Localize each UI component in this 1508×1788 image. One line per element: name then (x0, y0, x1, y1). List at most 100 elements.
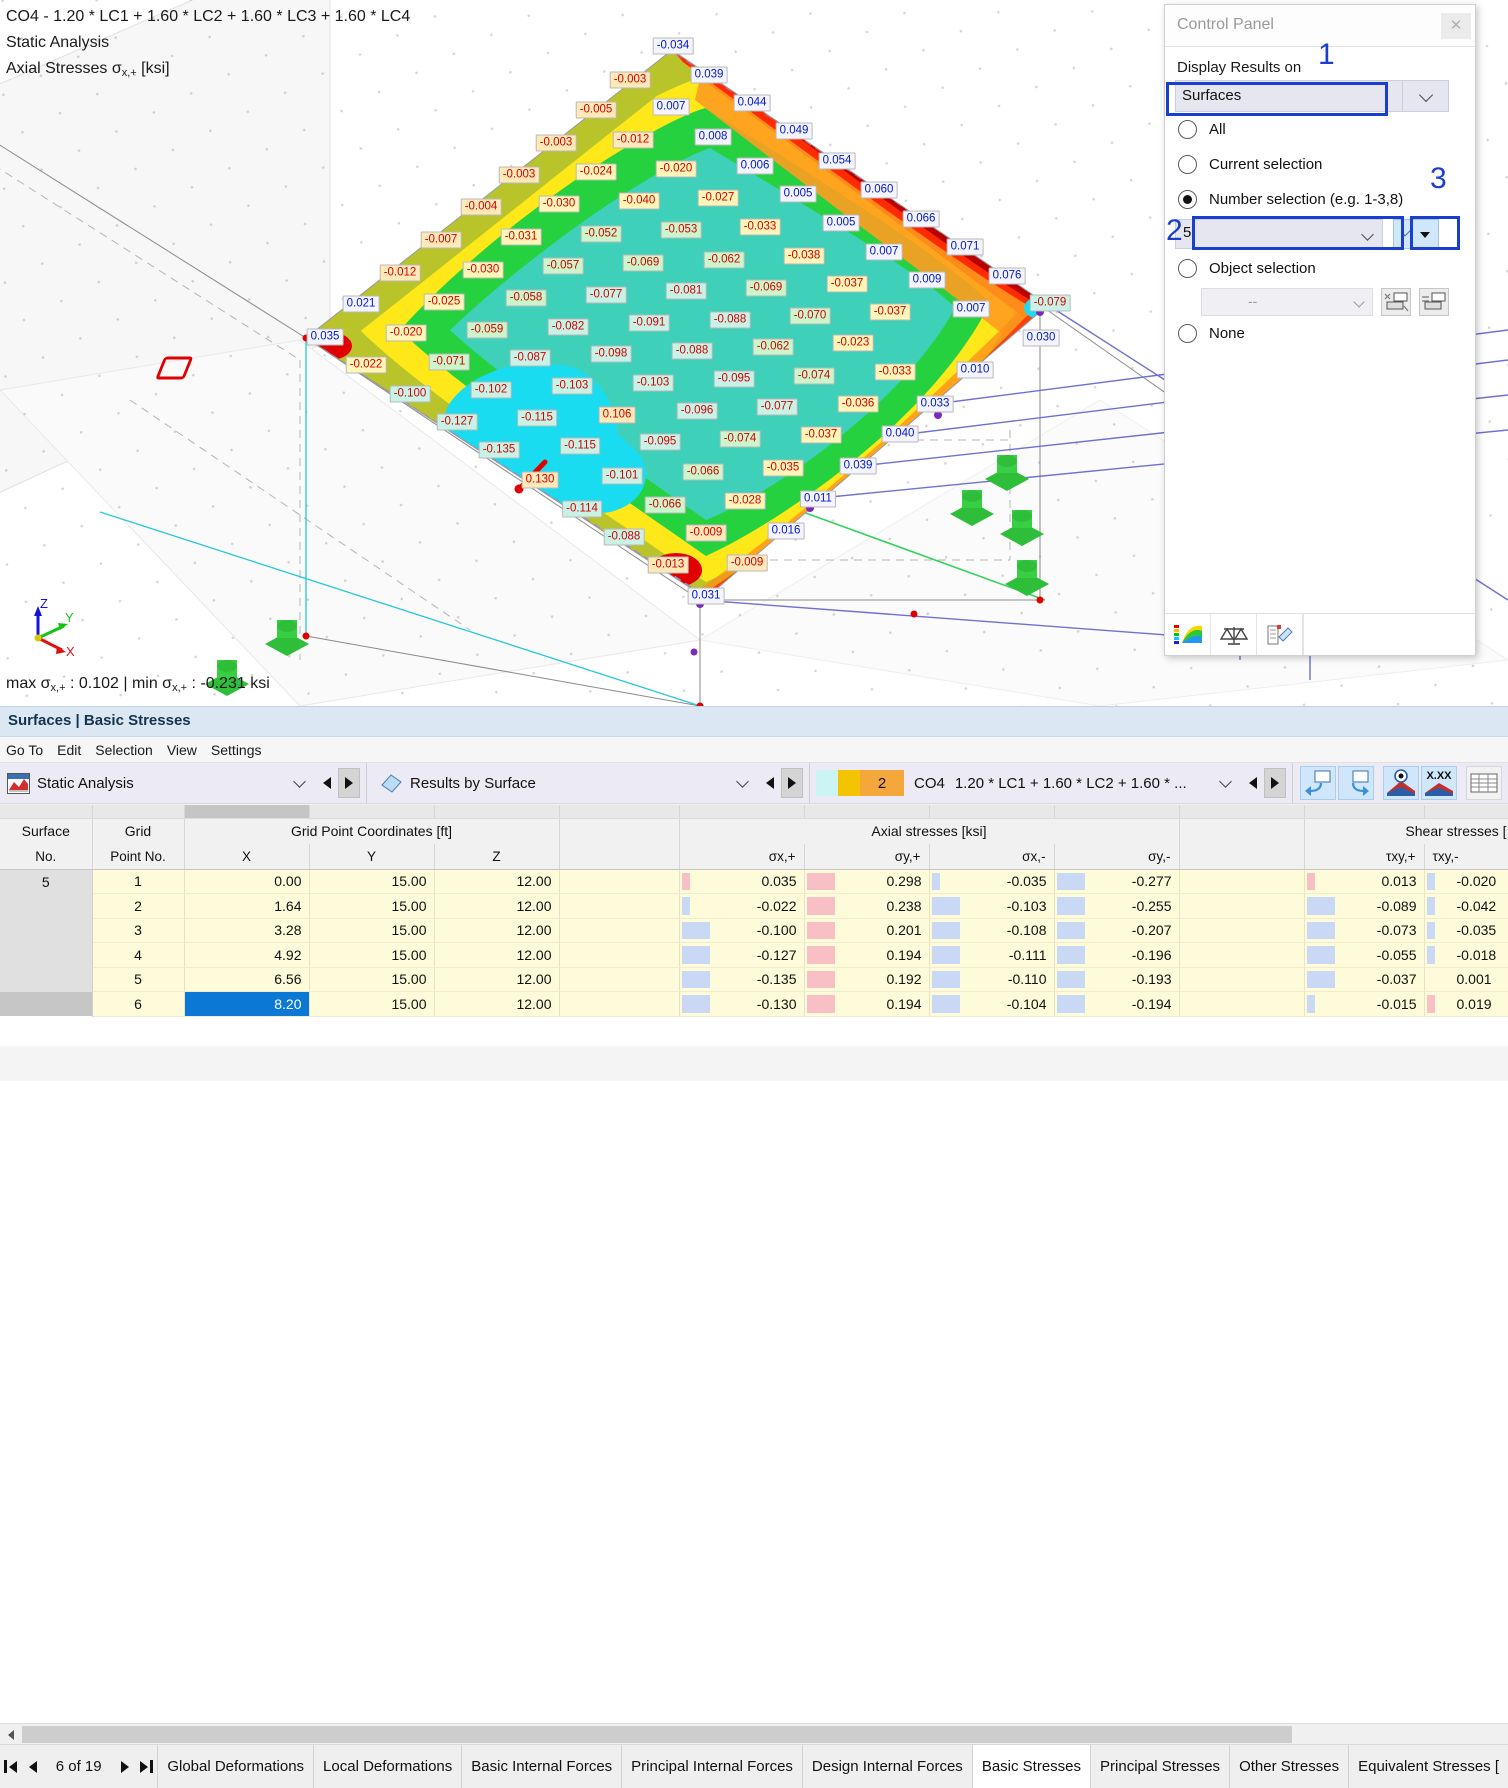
cell-coord-z[interactable]: 12.00 (434, 942, 560, 968)
export-arrow-icon[interactable] (1338, 766, 1374, 800)
radio-option-object-selection[interactable]: Object selection (1175, 251, 1465, 286)
cell-tau-xy-plus[interactable]: 0.013 (1304, 869, 1425, 894)
cell-tau-xy-minus[interactable]: 0.019 (1424, 991, 1508, 1017)
cell-sigma-x-plus[interactable]: -0.022 (679, 893, 805, 919)
cell-surface-no[interactable] (0, 893, 93, 918)
cell-sigma-y-minus[interactable]: -0.207 (1054, 918, 1180, 943)
cell-coord-z[interactable]: 12.00 (434, 967, 560, 992)
cell-sigma-x-plus[interactable]: -0.130 (679, 991, 805, 1017)
radio-option-current-selection[interactable]: Current selection (1175, 147, 1465, 182)
cell-sigma-x-minus[interactable]: -0.103 (929, 893, 1055, 919)
cell-coord-y[interactable]: 15.00 (309, 918, 435, 943)
cell-sigma-y-minus[interactable]: -0.277 (1054, 869, 1180, 894)
pick-objects-icon[interactable] (1381, 288, 1411, 316)
radio-option-none[interactable]: None (1175, 316, 1465, 351)
tab-local-deformations[interactable]: Local Deformations (313, 1745, 462, 1788)
horizontal-scrollbar[interactable] (0, 1723, 1508, 1744)
control-panel[interactable]: Control Panel ✕ Display Results on Surfa… (1164, 4, 1476, 656)
analysis-selector[interactable]: Static Analysis (0, 763, 360, 804)
number-selection-input[interactable]: 5 (1175, 219, 1383, 249)
radio-icon[interactable] (1178, 259, 1197, 278)
view-results-icon[interactable] (1383, 766, 1419, 800)
strip-cell[interactable] (1304, 805, 1425, 819)
close-icon[interactable]: ✕ (1441, 13, 1471, 39)
cell-sigma-y-plus[interactable]: 0.201 (804, 918, 930, 943)
number-selection-apply-button[interactable] (1393, 219, 1439, 249)
results-prev-button[interactable] (759, 768, 781, 798)
cell-coord-y[interactable]: 15.00 (309, 942, 435, 968)
table-row[interactable]: 2 1.64 15.00 12.00 -0.022 0.238 -0.103 -0.255 -0… (0, 893, 1508, 919)
results-by-selector[interactable]: Results by Surface (373, 763, 803, 804)
strip-cell[interactable] (434, 805, 560, 819)
selected-cell[interactable]: 8.20 (184, 992, 309, 1016)
strip-cell[interactable] (929, 805, 1055, 819)
cell-sigma-x-minus[interactable]: -0.104 (929, 991, 1055, 1017)
cell-tau-xy-minus[interactable]: -0.018 (1424, 942, 1508, 968)
menu-item-go-to[interactable]: Go To (6, 742, 43, 758)
display-results-on-value[interactable]: Surfaces (1175, 80, 1403, 112)
tab-design-internal-forces[interactable]: Design Internal Forces (801, 1745, 972, 1788)
strip-cell[interactable] (92, 805, 185, 819)
strip-cell[interactable] (0, 805, 93, 819)
strip-cell[interactable] (804, 805, 930, 819)
cell-sigma-x-plus[interactable]: -0.135 (679, 967, 805, 992)
strip-cell[interactable] (1179, 805, 1305, 819)
analysis-prev-button[interactable] (316, 768, 338, 798)
cell-coord-x[interactable]: 6.56 (184, 967, 310, 992)
cell-tau-xy-minus[interactable]: -0.020 (1424, 869, 1508, 894)
cell-tau-xy-plus[interactable]: -0.055 (1304, 942, 1425, 968)
cell-sigma-x-minus[interactable]: -0.108 (929, 918, 1055, 943)
radio-icon[interactable] (1178, 324, 1197, 343)
chevron-down-icon[interactable] (1353, 296, 1365, 308)
menu-item-selection[interactable]: Selection (95, 742, 153, 758)
cell-coord-x[interactable]: 4.92 (184, 942, 310, 968)
cell-tau-xy-plus[interactable]: -0.089 (1304, 893, 1425, 919)
strip-cell[interactable] (559, 805, 680, 819)
cell-sigma-x-minus[interactable]: -0.110 (929, 967, 1055, 992)
results-data-grid[interactable]: Surface Grid Grid Point Coordinates [ft]… (0, 805, 1508, 1046)
menu-item-settings[interactable]: Settings (211, 742, 262, 758)
results-table-window[interactable]: Surfaces | Basic Stresses Go To Edit Sel… (0, 706, 1508, 1788)
tab-basic-internal-forces[interactable]: Basic Internal Forces (461, 1745, 622, 1788)
select-objects-icon[interactable] (1419, 288, 1449, 316)
cell-surface-no[interactable] (0, 942, 93, 967)
cell-surface-no[interactable] (0, 991, 93, 1016)
tab-principal-stresses[interactable]: Principal Stresses (1090, 1745, 1230, 1788)
cell-sigma-y-minus[interactable]: -0.255 (1054, 893, 1180, 919)
table-row[interactable]: 3 3.28 15.00 12.00 -0.100 0.201 -0.108 -0.207 -0… (0, 918, 1508, 943)
last-page-button[interactable] (135, 1745, 157, 1788)
cell-sigma-y-minus[interactable]: -0.193 (1054, 967, 1180, 992)
cell-grid-point-no[interactable]: 3 (92, 918, 185, 943)
color-spectrum-icon[interactable] (1165, 614, 1211, 655)
cell-grid-point-no[interactable]: 5 (92, 967, 185, 992)
tab-global-deformations[interactable]: Global Deformations (157, 1745, 314, 1788)
column-resize-strip[interactable] (0, 805, 1508, 819)
cell-sigma-y-plus[interactable]: 0.194 (804, 942, 930, 968)
strip-cell-active[interactable] (184, 805, 310, 819)
cell-coord-x[interactable]: 0.00 (184, 869, 310, 894)
cell-coord-z[interactable]: 12.00 (434, 918, 560, 943)
cell-sigma-y-plus[interactable]: 0.298 (804, 869, 930, 894)
cell-sigma-y-plus[interactable]: 0.238 (804, 893, 930, 919)
object-selection-row[interactable]: -- (1201, 288, 1465, 316)
scrollbar-thumb[interactable] (22, 1726, 1292, 1743)
strip-cell[interactable] (679, 805, 805, 819)
cell-coord-y[interactable]: 15.00 (309, 991, 435, 1017)
scales-icon[interactable] (1211, 614, 1257, 655)
cell-sigma-y-minus[interactable]: -0.196 (1054, 942, 1180, 968)
cell-coord-x[interactable]: 8.20 (184, 991, 310, 1017)
cell-tau-xy-plus[interactable]: -0.015 (1304, 991, 1425, 1017)
radio-icon[interactable] (1178, 155, 1197, 174)
scroll-left-button[interactable] (0, 1724, 21, 1745)
cell-sigma-x-plus[interactable]: -0.100 (679, 918, 805, 943)
cell-grid-point-no[interactable]: 2 (92, 893, 185, 919)
chevron-down-icon[interactable] (736, 774, 749, 788)
display-results-on-combo[interactable]: Surfaces (1175, 80, 1449, 112)
cell-sigma-y-plus[interactable]: 0.194 (804, 991, 930, 1017)
tab-other-stresses[interactable]: Other Stresses (1229, 1745, 1349, 1788)
menu-item-view[interactable]: View (167, 742, 197, 758)
cell-coord-z[interactable]: 12.00 (434, 991, 560, 1017)
cell-sigma-x-plus[interactable]: 0.035 (679, 869, 805, 894)
radio-option-all[interactable]: All (1175, 112, 1465, 147)
first-page-button[interactable] (0, 1745, 22, 1788)
